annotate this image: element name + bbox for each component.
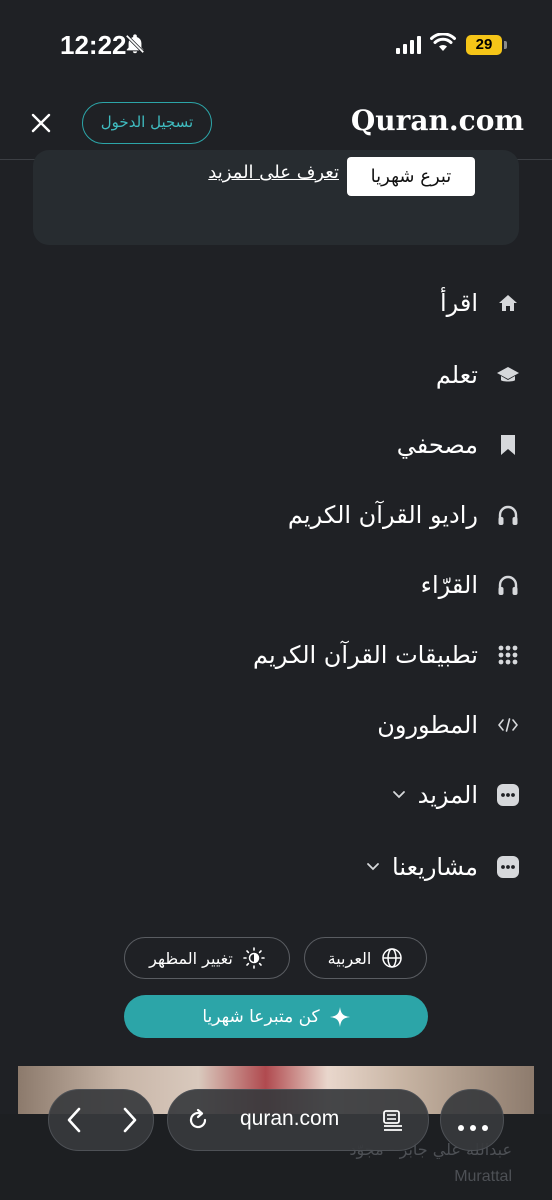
reload-icon[interactable] — [186, 1108, 210, 1136]
monthly-donor-label: كن متبرعا شهريا — [202, 1006, 320, 1027]
browser-more-button[interactable] — [440, 1089, 504, 1151]
battery-nub — [504, 41, 507, 49]
nav-item-label: راديو القرآن الكريم — [287, 501, 478, 529]
theme-button[interactable]: تغيير المظهر — [124, 937, 290, 979]
sun-icon — [243, 947, 265, 969]
grid-dots-icon — [496, 643, 520, 667]
nav-item-more[interactable]: المزيد — [40, 760, 520, 830]
more-icon — [496, 855, 520, 879]
nav-item-label: مصحفي — [396, 431, 478, 459]
monthly-donor-button[interactable]: كن متبرعا شهريا — [124, 995, 428, 1038]
nav-item-label: القرّاء — [420, 571, 478, 599]
browser-nav-group — [48, 1089, 154, 1151]
chevron-down-icon — [366, 862, 380, 872]
nav-item-radio[interactable]: راديو القرآن الكريم — [40, 480, 520, 550]
code-icon — [496, 713, 520, 737]
nav-item-label: اقرأ — [439, 289, 478, 317]
donate-card: تبرع شهريا تعرف على المزيد — [33, 150, 519, 245]
address-bar[interactable]: quran.com — [167, 1089, 429, 1151]
nav-item-label: تطبيقات القرآن الكريم — [253, 641, 478, 669]
chevron-down-icon — [392, 790, 406, 800]
donate-button[interactable]: تبرع شهريا — [347, 157, 475, 196]
recitation-style-caption: Murattal — [454, 1168, 512, 1185]
back-icon[interactable] — [63, 1106, 87, 1138]
nav-item-our-projects[interactable]: مشاريعنا — [40, 832, 520, 902]
bookmark-icon — [496, 433, 520, 457]
logo[interactable]: Quran.com — [351, 104, 524, 137]
more-icon — [496, 783, 520, 807]
nav-item-label: مشاريعنا — [392, 853, 478, 881]
nav-item-label: المطورون — [377, 711, 478, 739]
status-bar: 12:22 29 — [0, 0, 552, 90]
nav-item-label: تعلم — [435, 361, 478, 389]
nav-item-learn[interactable]: تعلم — [40, 340, 520, 410]
theme-label: تغيير المظهر — [149, 948, 233, 968]
home-icon — [496, 291, 520, 315]
wifi-icon — [430, 32, 456, 57]
language-label: العربية — [327, 948, 372, 968]
language-button[interactable]: العربية — [304, 937, 427, 979]
graduation-cap-icon — [496, 363, 520, 387]
reader-mode-icon[interactable] — [382, 1110, 404, 1136]
nav-item-read[interactable]: اقرأ — [40, 268, 520, 338]
nav-item-reciters[interactable]: القرّاء — [40, 550, 520, 620]
signal-icon — [396, 36, 422, 58]
learn-more-link[interactable]: تعرف على المزيد — [208, 162, 339, 183]
status-time: 12:22 — [60, 30, 127, 60]
headphones-icon — [496, 573, 520, 597]
globe-icon — [381, 947, 403, 969]
nav-item-developers[interactable]: المطورون — [40, 690, 520, 760]
login-button[interactable]: تسجيل الدخول — [82, 102, 212, 144]
sparkle-icon — [329, 1006, 350, 1027]
headphones-icon — [496, 503, 520, 527]
forward-icon[interactable] — [117, 1106, 141, 1138]
url-text: quran.com — [240, 1107, 340, 1130]
ellipsis-icon — [457, 1117, 489, 1136]
bell-off-icon — [124, 33, 146, 59]
nav-item-label: المزيد — [417, 781, 478, 809]
close-icon[interactable] — [28, 110, 54, 136]
battery-icon: 29 — [466, 35, 502, 55]
nav-item-apps[interactable]: تطبيقات القرآن الكريم — [40, 620, 520, 690]
nav-item-my-quran[interactable]: مصحفي — [40, 410, 520, 480]
